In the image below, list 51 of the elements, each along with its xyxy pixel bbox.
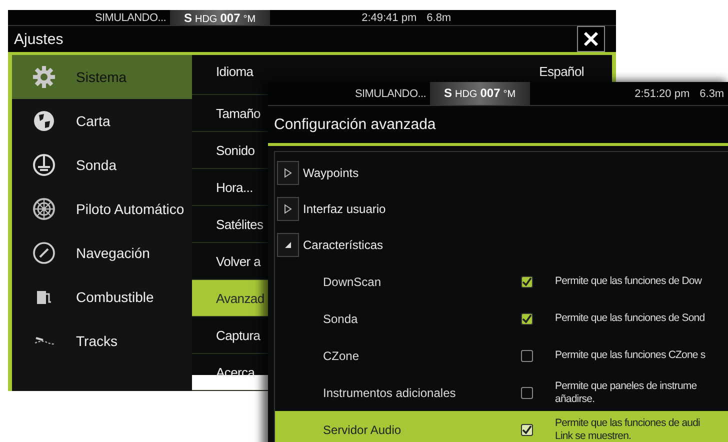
description-text: Permite que las funciones CZone s xyxy=(555,349,706,362)
expand-button[interactable] xyxy=(277,233,299,257)
expand-button[interactable] xyxy=(277,197,299,221)
feature-row[interactable]: Sonda Permite que las funciones de Sond xyxy=(275,300,728,337)
sidebar-item[interactable]: Carta xyxy=(12,99,192,143)
tree-item[interactable]: Características xyxy=(303,238,384,252)
sidebar-item[interactable]: Tracks xyxy=(12,319,192,363)
globe-icon xyxy=(32,109,56,133)
checkbox[interactable] xyxy=(521,312,533,324)
check-icon xyxy=(522,425,532,434)
feature-row[interactable]: DownScan Permite que las funciones de Dow xyxy=(275,263,728,300)
expand-button[interactable] xyxy=(277,161,299,185)
compass-icon xyxy=(32,241,56,265)
sidebar-item[interactable]: Navegación xyxy=(12,231,192,275)
sonar-icon xyxy=(32,153,56,177)
time-text: 2:49:41 pm xyxy=(362,12,417,24)
value-text: Español xyxy=(539,64,584,79)
triangle-icon xyxy=(284,241,292,249)
tree-item[interactable]: Waypoints xyxy=(303,166,359,180)
heading-readout: S HDG 007 °M xyxy=(430,82,530,105)
triangle-icon xyxy=(284,168,292,178)
window-title: Ajustes xyxy=(14,30,64,48)
feature-row[interactable]: Servidor Audio Permite que las funciones de audi Link se muestren. xyxy=(275,411,728,442)
depth-text: 6.8m xyxy=(426,12,452,24)
depth-text: 6.3m xyxy=(700,88,724,100)
sidebar-item[interactable]: Combustible xyxy=(12,275,192,319)
description-text: Permite que las funciones de Dow xyxy=(555,275,702,288)
feature-row[interactable]: Instrumentos adicionales Permite que paneles de instrume añadirse. xyxy=(275,374,728,411)
description-text: Permite que paneles de instrume añadirse. xyxy=(555,380,697,406)
tree-item[interactable]: Interfaz usuario xyxy=(303,202,386,216)
checkbox[interactable] xyxy=(521,350,533,362)
steering-wheel-icon xyxy=(32,197,56,221)
mode-text: SIMULANDO... xyxy=(95,12,166,24)
triangle-icon xyxy=(284,204,292,214)
checkbox[interactable] xyxy=(521,276,533,288)
checkbox[interactable] xyxy=(521,424,533,436)
close-button[interactable] xyxy=(577,26,605,52)
sidebar-item[interactable]: Piloto Automático xyxy=(12,187,192,231)
heading-readout: S HDG 007 °M xyxy=(170,10,270,25)
description-text: Permite que las funciones de Sond xyxy=(555,312,705,325)
track-icon xyxy=(34,337,54,345)
check-icon xyxy=(522,314,532,323)
sidebar-item[interactable]: Sonda xyxy=(12,143,192,187)
close-icon xyxy=(583,31,599,47)
checkbox[interactable] xyxy=(521,386,533,398)
feature-row[interactable]: CZone Permite que las funciones CZone s xyxy=(275,337,728,374)
check-icon xyxy=(522,277,532,286)
time-text: 2:51:20 pm xyxy=(634,88,690,100)
gear-icon xyxy=(32,65,56,89)
window-title: Configuración avanzada xyxy=(274,116,436,133)
description-text: Permite que las funciones de audi Link se muestren. xyxy=(555,416,700,442)
